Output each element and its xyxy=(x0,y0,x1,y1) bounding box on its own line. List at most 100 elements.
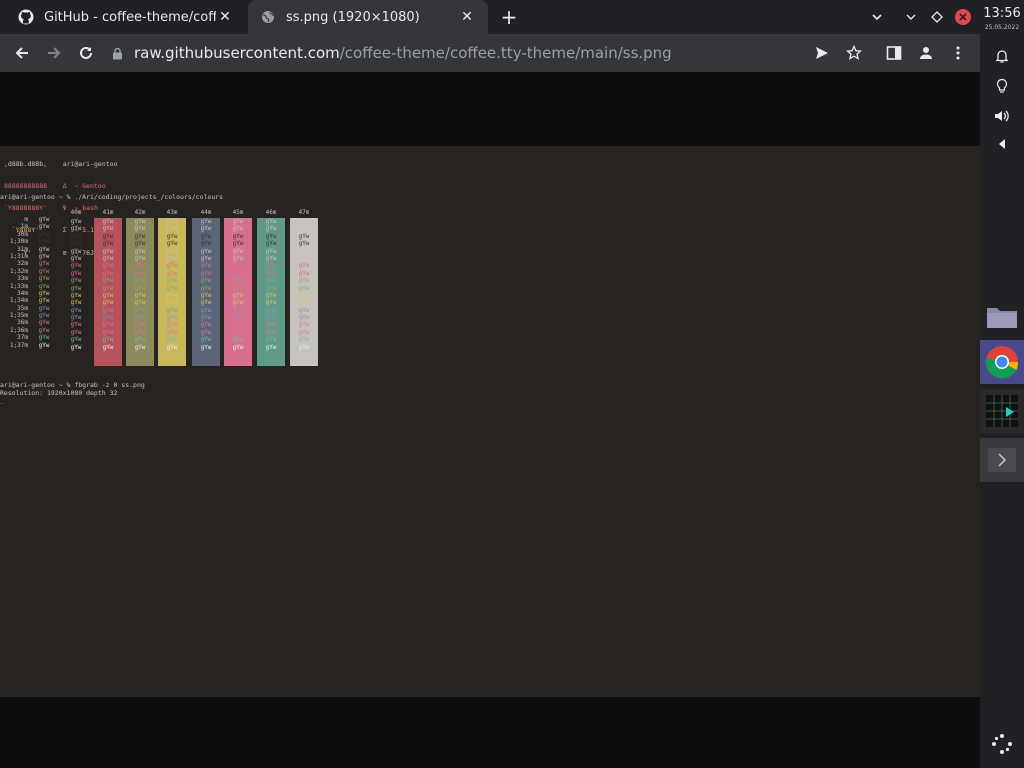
forward-button[interactable] xyxy=(42,41,66,65)
bookmark-button[interactable] xyxy=(842,41,866,65)
globe-icon xyxy=(260,9,276,25)
reload-button[interactable] xyxy=(74,41,98,65)
sample-cell: gYw xyxy=(298,240,310,248)
more-vert-icon xyxy=(956,46,960,60)
sample-cell: gYw xyxy=(38,334,50,342)
sample-cell: gYw xyxy=(38,289,50,297)
sample-cell: gYw xyxy=(200,306,212,314)
bg-header: 44m xyxy=(200,209,212,216)
back-button[interactable] xyxy=(10,41,34,65)
sample-cell: gYw xyxy=(166,277,178,285)
sample-cell: gYw xyxy=(38,230,50,238)
clock[interactable]: 13:56 xyxy=(980,6,1024,21)
sample-cell: gYw xyxy=(265,284,277,292)
tab-strip: GitHub - coffee-theme/coffee ✕ ss.png (1… xyxy=(0,0,980,34)
sample-cell: gYw xyxy=(38,282,50,290)
tab-github[interactable]: GitHub - coffee-theme/coffee ✕ xyxy=(6,0,246,34)
sample-cell: gYw xyxy=(232,336,244,344)
sample-cell: gYw xyxy=(134,225,146,233)
maximize-button[interactable] xyxy=(930,0,944,34)
sample-cell: gYw xyxy=(265,314,277,322)
date: 25.05.2022 xyxy=(984,24,1020,31)
bg-header: 46m xyxy=(265,209,277,216)
files-app[interactable] xyxy=(980,294,1024,338)
sample-cell: gYw xyxy=(200,232,212,240)
sample-cell: gYw xyxy=(166,299,178,307)
sample-cell: gYw xyxy=(166,321,178,329)
lightbulb-icon[interactable] xyxy=(990,76,1014,96)
row-label: 1;33m xyxy=(9,282,28,290)
sample-cell: gYw xyxy=(70,321,82,329)
terminal-app[interactable] xyxy=(980,389,1024,433)
chrome-app[interactable] xyxy=(980,340,1024,384)
sample-cell: gYw xyxy=(102,277,114,285)
sample-cell: gYw xyxy=(102,306,114,314)
sample-cell: gYw xyxy=(298,306,310,314)
sample-cell: gYw xyxy=(70,247,82,255)
sample-cell: gYw xyxy=(200,321,212,329)
sample-cell: gYw xyxy=(134,336,146,344)
send-icon xyxy=(816,47,828,59)
sample-cell: gYw xyxy=(70,328,82,336)
row-label: 1;34m xyxy=(9,297,28,305)
sample-cell: gYw xyxy=(298,299,310,307)
sample-cell: gYw xyxy=(298,225,310,233)
menu-button[interactable] xyxy=(946,41,970,65)
caret-left-icon[interactable] xyxy=(990,134,1014,154)
side-panel-button[interactable] xyxy=(882,41,906,65)
sample-cell: gYw xyxy=(200,299,212,307)
new-tab-button[interactable]: + xyxy=(498,7,520,29)
sample-cell: gYw xyxy=(102,262,114,270)
close-tab-icon[interactable]: ✕ xyxy=(458,9,476,25)
sample-cell: gYw xyxy=(134,291,146,299)
volume-icon[interactable] xyxy=(990,106,1014,126)
sample-cell: gYw xyxy=(200,291,212,299)
sample-cell: gYw xyxy=(102,247,114,255)
sample-cell: gYw xyxy=(102,314,114,322)
sample-cell: gYw xyxy=(265,262,277,270)
chevron-down-icon xyxy=(872,14,882,21)
sample-cell: gYw xyxy=(38,223,50,231)
sample-cell: gYw xyxy=(232,284,244,292)
sample-cell: gYw xyxy=(166,336,178,344)
sample-cell: gYw xyxy=(232,225,244,233)
sample-cell: gYw xyxy=(70,343,82,351)
tab-search-button[interactable] xyxy=(870,0,884,34)
close-window-button[interactable] xyxy=(954,0,972,34)
sample-cell: gYw xyxy=(298,284,310,292)
bg-column: gYw gYw gYw gYw gYw gYw gYw gYw gYw gYw gYw gYw gYw g… xyxy=(62,218,90,366)
person-icon xyxy=(920,47,932,59)
sample-cell: gYw xyxy=(38,260,50,268)
sample-cell: gYw xyxy=(38,245,50,253)
address-bar[interactable]: raw.githubusercontent.com/coffee-theme/c… xyxy=(112,38,792,68)
minimize-button[interactable] xyxy=(904,0,918,34)
sample-cell: gYw xyxy=(134,328,146,336)
bg-header: 43m xyxy=(166,209,178,216)
sample-cell: gYw xyxy=(38,275,50,283)
launcher-icon[interactable] xyxy=(990,734,1014,754)
close-tab-icon[interactable]: ✕ xyxy=(216,9,234,25)
row-label: 34m xyxy=(17,289,28,297)
sample-cell: gYw xyxy=(102,225,114,233)
profile-button[interactable] xyxy=(914,41,938,65)
sample-cell: gYw xyxy=(166,240,178,248)
neofetch-line: ,d88b.d88b, ari@ari-gentoo xyxy=(4,159,118,168)
reload-icon xyxy=(80,46,92,59)
sample-cell: gYw xyxy=(102,299,114,307)
sample-cell: gYw xyxy=(38,312,50,320)
sample-cell: gYw xyxy=(134,218,146,225)
bell-icon[interactable] xyxy=(990,46,1014,66)
sample-cell: gYw xyxy=(38,252,50,260)
bg-column: gYw gYw gYw gYw gYw gYw gYw gYw gYw gYw gYw gYw gYw g… xyxy=(257,218,285,366)
bg-column: gYw gYw gYw gYw gYw gYw gYw gYw gYw gYw gYw gYw gYw g… xyxy=(126,218,154,366)
sample-cell: gYw xyxy=(200,262,212,270)
sample-cell: gYw xyxy=(298,262,310,270)
folder-icon xyxy=(987,308,1017,328)
sample-cell: gYw xyxy=(70,254,82,262)
sample-cell: gYw xyxy=(298,269,310,277)
tab-ss-png[interactable]: ss.png (1920×1080) ✕ xyxy=(248,0,488,34)
sample-cell: gYw xyxy=(70,225,82,233)
sample-cell: gYw xyxy=(265,247,277,255)
send-to-devices-button[interactable] xyxy=(810,41,834,65)
expand-app[interactable] xyxy=(980,438,1024,482)
